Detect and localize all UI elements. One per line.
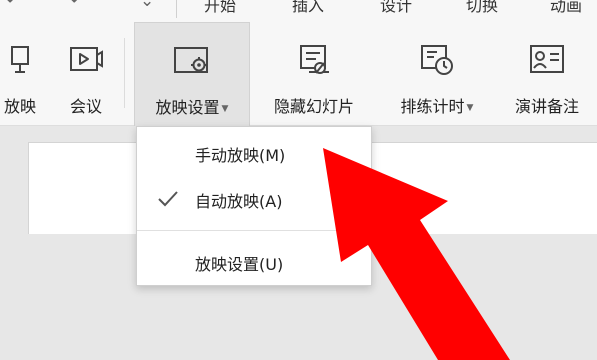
tab-home[interactable]: 开始 [204,0,236,16]
ribbon-button-label: 排练计时 ▼ [400,97,474,116]
slideshow-settings-button[interactable]: 放映设置 ▼ [134,22,250,126]
caret-down-icon: ▼ [466,103,474,113]
menu-item-label: 手动放映(M) [195,146,286,165]
tab-insert[interactable]: 插入 [292,0,324,16]
hide-slide-button[interactable]: 隐藏幻灯片 [258,22,370,126]
menu-item-label: 放映设置(U) [195,255,284,274]
checkmark-icon [158,191,178,207]
video-meeting-icon [70,47,103,71]
ribbon-button-label: 会议 [69,97,102,116]
menu-divider [137,230,371,231]
undo-icon[interactable]: ↶ [6,0,20,11]
speaker-notes-button[interactable]: 演讲备注 [500,22,594,126]
tab-transitions[interactable]: 切换 [466,0,498,16]
start-slideshow-button[interactable]: 放映 [0,22,52,126]
speaker-notes-icon [530,45,564,73]
slideshow-settings-dropdown: 手动放映(M) 自动放映(A) 放映设置(U) [136,126,372,286]
menu-tab-bar: ↶ ↷ ⌄ 开始 插入 设计 切换 动画 [0,0,597,22]
rehearse-timing-button[interactable]: 排练计时 ▼ [380,22,494,126]
menu-item-auto-slideshow[interactable]: 自动放映(A) [137,181,371,217]
rehearse-timing-icon [421,45,453,75]
ribbon-button-label: 放映 [3,97,36,116]
quick-access-dropdown-icon[interactable]: ⌄ [140,0,154,11]
tab-animations[interactable]: 动画 [550,0,582,16]
menu-item-label: 自动放映(A) [195,192,283,211]
menu-item-slideshow-settings[interactable]: 放映设置(U) [137,244,371,280]
ribbon-group-divider [124,38,125,108]
ribbon-button-label: 放映设置 ▼ [155,98,229,117]
slideshow-icon [11,46,29,73]
hide-slide-icon [300,45,329,74]
redo-icon[interactable]: ↷ [64,0,78,11]
tab-design[interactable]: 设计 [380,0,412,16]
toolbar-divider [176,0,177,18]
slideshow-ribbon: 放映 会议 放映设置 ▼ 隐藏幻灯片 排练计时 ▼ 演讲备注 [0,22,597,126]
caret-down-icon: ▼ [221,104,229,114]
ribbon-button-label: 隐藏幻灯片 [273,97,354,116]
menu-item-manual-slideshow[interactable]: 手动放映(M) [137,135,371,171]
ribbon-button-label: 演讲备注 [514,97,579,116]
slideshow-settings-icon [174,47,208,73]
meeting-button[interactable]: 会议 [58,22,114,126]
